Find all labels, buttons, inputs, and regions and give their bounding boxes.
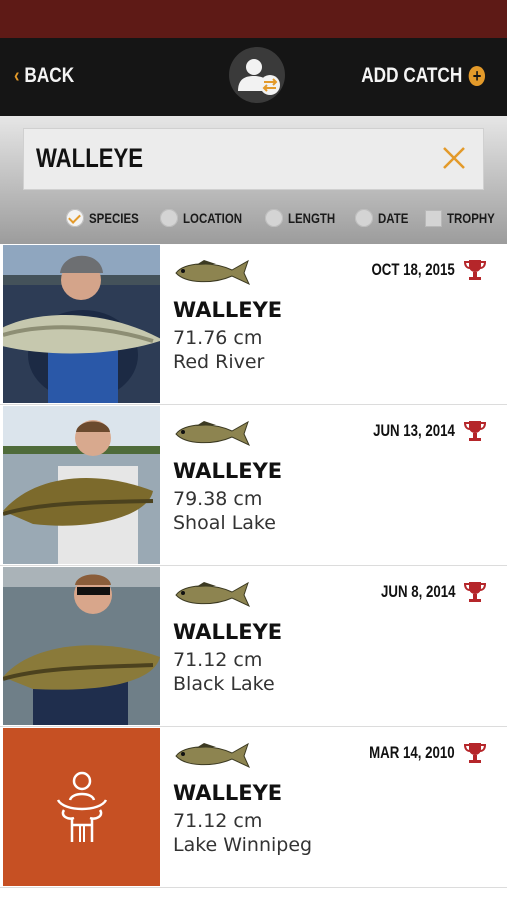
catch-photo <box>3 406 160 564</box>
filter-area: WALLEYE SPECIES LOCATION LENGTH DATE TRO… <box>0 116 507 244</box>
date-radio[interactable] <box>355 209 374 227</box>
filter-label: LOCATION <box>182 210 242 226</box>
filter-label: DATE <box>378 210 409 226</box>
chevron-left-icon: ‹ <box>14 64 20 87</box>
catch-photo <box>3 245 160 403</box>
add-catch-label: ADD CATCH <box>360 64 463 87</box>
catch-location: Black Lake <box>173 673 275 695</box>
back-button[interactable]: ‹ BACK <box>14 60 74 92</box>
catch-date: JUN 13, 2014 <box>373 421 455 440</box>
trophy-icon <box>463 582 487 602</box>
filter-location[interactable]: LOCATION <box>159 209 255 227</box>
catch-location: Shoal Lake <box>173 512 276 534</box>
catch-length: 71.12 cm <box>173 810 263 832</box>
catch-date: MAR 14, 2010 <box>369 743 455 762</box>
catch-length: 71.76 cm <box>173 327 263 349</box>
walleye-fish-icon <box>175 742 251 769</box>
trophy-icon <box>463 421 487 441</box>
filter-date[interactable]: DATE <box>355 209 415 227</box>
species-radio[interactable] <box>66 209 84 227</box>
filter-length[interactable]: LENGTH <box>264 209 346 227</box>
filter-label: TROPHY <box>447 210 496 226</box>
catch-row[interactable]: MAR 14, 2010 WALLEYE 71.12 cm Lake Winni… <box>0 727 507 888</box>
location-radio[interactable] <box>159 209 178 227</box>
filter-trophy[interactable]: TROPHY <box>425 209 505 227</box>
close-icon[interactable] <box>439 143 469 173</box>
filter-options: SPECIES LOCATION LENGTH DATE TROPHY <box>66 209 507 227</box>
catch-location: Red River <box>173 351 265 373</box>
trophy-checkbox[interactable] <box>425 209 443 227</box>
plus-circle-icon: + <box>468 66 485 86</box>
catch-date: OCT 18, 2015 <box>371 260 455 279</box>
catch-species: WALLEYE <box>173 459 283 483</box>
catch-row[interactable]: OCT 18, 2015 WALLEYE 71.76 cm Red River <box>0 244 507 405</box>
catch-list: OCT 18, 2015 WALLEYE 71.76 cm Red River <box>0 244 507 888</box>
filter-species[interactable]: SPECIES <box>66 209 150 227</box>
add-catch-button[interactable]: ADD CATCH + <box>361 60 485 92</box>
switch-profile-icon[interactable] <box>229 47 285 103</box>
catch-length: 79.38 cm <box>173 488 263 510</box>
catch-photo <box>3 567 160 725</box>
walleye-fish-icon <box>175 581 251 608</box>
catch-photo-placeholder <box>3 728 160 886</box>
trophy-icon <box>463 743 487 763</box>
search-value: WALLEYE <box>36 143 144 173</box>
angler-placeholder-icon <box>56 771 107 842</box>
filter-label: SPECIES <box>89 210 139 226</box>
catch-row[interactable]: JUN 13, 2014 WALLEYE 79.38 cm Shoal Lake <box>0 405 507 566</box>
catch-row[interactable]: JUN 8, 2014 WALLEYE 71.12 cm Black Lake <box>0 566 507 727</box>
length-radio[interactable] <box>264 209 283 227</box>
back-label: BACK <box>24 64 75 87</box>
top-nav-bar: ‹ BACK ADD CATCH + <box>0 38 507 116</box>
filter-label: LENGTH <box>287 210 335 226</box>
search-field[interactable]: WALLEYE <box>23 128 484 190</box>
catch-species: WALLEYE <box>173 620 283 644</box>
walleye-fish-icon <box>175 259 251 286</box>
catch-species: WALLEYE <box>173 298 283 322</box>
walleye-fish-icon <box>175 420 251 447</box>
catch-date: JUN 8, 2014 <box>380 582 455 601</box>
status-bar <box>0 0 507 38</box>
trophy-icon <box>463 260 487 280</box>
catch-species: WALLEYE <box>173 781 283 805</box>
catch-length: 71.12 cm <box>173 649 263 671</box>
catch-location: Lake Winnipeg <box>173 834 313 856</box>
